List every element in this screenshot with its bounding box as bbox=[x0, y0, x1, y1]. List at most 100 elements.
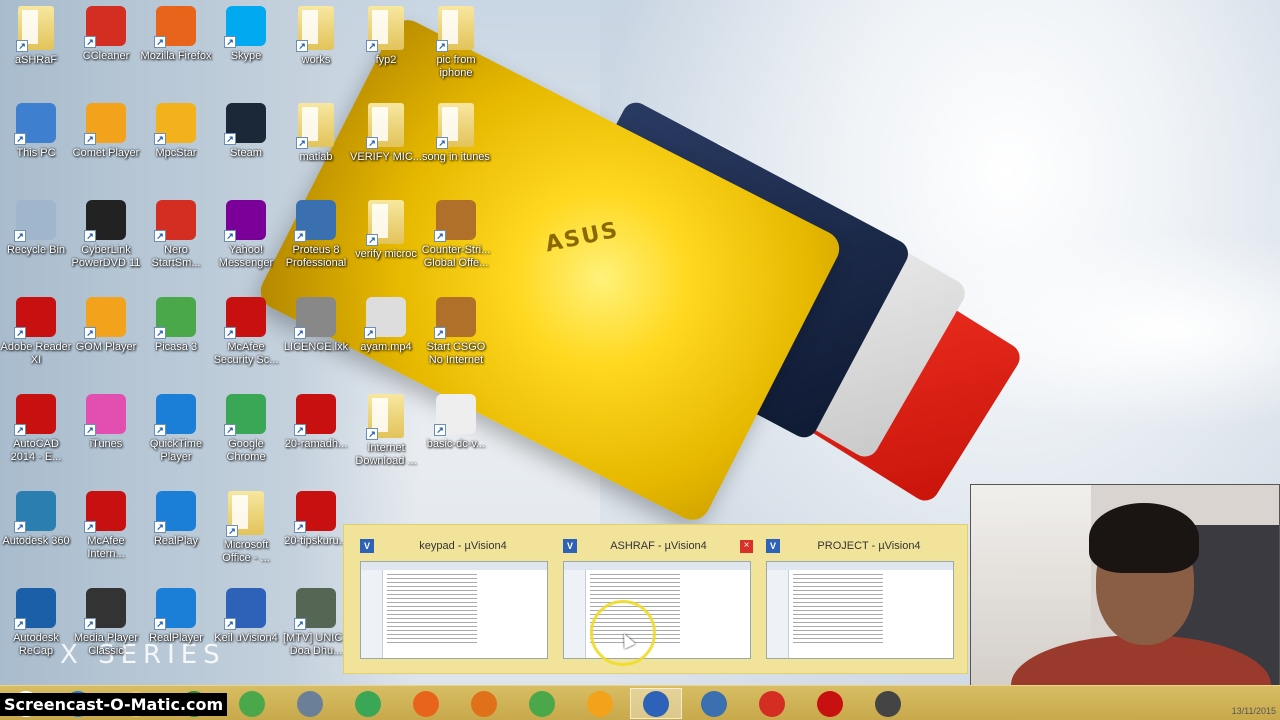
desktop-icon[interactable]: ↗ Mozilla Firefox bbox=[140, 6, 212, 63]
desktop-icon[interactable]: ↗ Microsoft Office - ... bbox=[210, 491, 282, 565]
desktop-icon[interactable]: ↗ Picasa 3 bbox=[140, 297, 212, 354]
desktop-icon[interactable]: ↗ Keil uVision4 bbox=[210, 588, 282, 645]
user-folder-icon: ↗ bbox=[16, 6, 54, 52]
shortcut-arrow-icon: ↗ bbox=[14, 424, 26, 436]
desktop-icon[interactable]: ↗ Google Chrome bbox=[210, 394, 282, 464]
taskbar-button[interactable] bbox=[862, 688, 914, 719]
taskbar-button[interactable] bbox=[342, 688, 394, 719]
close-icon[interactable]: × bbox=[740, 539, 753, 553]
picasa-icon: ↗ bbox=[154, 297, 196, 339]
desktop-icon[interactable]: ↗ Recycle Bin bbox=[0, 200, 72, 257]
desktop-icon[interactable]: ↗ RealPlay bbox=[140, 491, 212, 548]
desktop-icon[interactable]: ↗ matlab bbox=[280, 103, 352, 164]
taskbar-button[interactable] bbox=[688, 688, 740, 719]
desktop-icon[interactable]: ↗ AutoCAD 2014 - E... bbox=[0, 394, 72, 464]
taskbar-button[interactable] bbox=[746, 688, 798, 719]
keil-icon: ↗ bbox=[224, 588, 266, 630]
desktop-icon[interactable]: ↗ aSHRaF bbox=[0, 6, 72, 67]
desktop-icon[interactable]: ↗ pic from iphone bbox=[420, 6, 492, 80]
desktop-icon[interactable]: ↗ CyberLink PowerDVD 11 bbox=[70, 200, 142, 270]
desktop-icon[interactable]: ↗ GOM Player bbox=[70, 297, 142, 354]
desktop-icon-label: Mozilla Firefox bbox=[140, 50, 212, 62]
shortcut-arrow-icon: ↗ bbox=[434, 327, 446, 339]
desktop-icon[interactable]: ↗ 20-ramadh... bbox=[280, 394, 352, 451]
desktop-icon-label: Media Player Classic bbox=[73, 632, 139, 657]
desktop-icon[interactable]: ↗ MpcStar bbox=[140, 103, 212, 160]
desktop-icon[interactable]: ↗ Internet Download ... bbox=[350, 394, 422, 468]
taskbar-button[interactable] bbox=[574, 688, 626, 719]
desktop-icon[interactable]: ↗ VERIFY MIC... bbox=[350, 103, 422, 164]
shortcut-arrow-icon: ↗ bbox=[154, 327, 166, 339]
recap-icon: ↗ bbox=[14, 588, 56, 630]
desktop-icon[interactable]: ↗ basic-dc-v... bbox=[420, 394, 492, 451]
taskbar-thumbnail-popup: V keypad - µVision4 V ASHRAF - µVision4 … bbox=[343, 524, 968, 674]
desktop-icon[interactable]: ↗ Media Player Classic bbox=[70, 588, 142, 658]
desktop-icon-label: Adobe Reader XI bbox=[0, 341, 72, 366]
taskbar-button[interactable] bbox=[804, 688, 856, 719]
thumbnail-keypad[interactable]: V keypad - µVision4 bbox=[356, 535, 552, 665]
desktop-icon[interactable]: ↗ ayam.mp4 bbox=[350, 297, 422, 354]
shortcut-arrow-icon: ↗ bbox=[366, 40, 378, 52]
shortcut-arrow-icon: ↗ bbox=[84, 424, 96, 436]
desktop-icon-label: Skype bbox=[230, 50, 262, 62]
desktop-icon-label: Autodesk 360 bbox=[2, 535, 70, 547]
desktop-icon[interactable]: ↗ works bbox=[280, 6, 352, 67]
desktop-icon-label: Counter-Stri... Global Offe... bbox=[421, 244, 491, 269]
desktop-icon[interactable]: ↗ McAfee Intern... bbox=[70, 491, 142, 561]
desktop-icon[interactable]: ↗ Start CSGO No Internet bbox=[420, 297, 492, 367]
desktop-icon[interactable]: ↗ Comet Player bbox=[70, 103, 142, 160]
shortcut-arrow-icon: ↗ bbox=[154, 230, 166, 242]
desktop-icon-label: iTunes bbox=[89, 438, 123, 450]
desktop-icon[interactable]: ↗ Steam bbox=[210, 103, 282, 160]
desktop-icon[interactable]: ↗ Counter-Stri... Global Offe... bbox=[420, 200, 492, 270]
desktop-icon[interactable]: ↗ song in itunes bbox=[420, 103, 492, 164]
desktop-icon[interactable]: ↗ RealPlayer bbox=[140, 588, 212, 645]
desktop-icon[interactable]: ↗ 20-tipskuru... bbox=[280, 491, 352, 548]
desktop-icon[interactable]: ↗ This PC bbox=[0, 103, 72, 160]
csgo-icon: ↗ bbox=[434, 297, 476, 339]
shortcut-arrow-icon: ↗ bbox=[84, 327, 96, 339]
desktop-icon[interactable]: ↗ Nero StartSm... bbox=[140, 200, 212, 270]
desktop-icon[interactable]: ↗ [MTV] UNIC - Doa Dhu... bbox=[280, 588, 352, 658]
desktop-icon[interactable]: ↗ iTunes bbox=[70, 394, 142, 451]
shortcut-arrow-icon: ↗ bbox=[14, 327, 26, 339]
desktop-icon[interactable]: ↗ CCleaner bbox=[70, 6, 142, 63]
desktop-icon[interactable]: ↗ LICENCE.lxk bbox=[280, 297, 352, 354]
realplayer-icon: ↗ bbox=[154, 588, 196, 630]
shortcut-arrow-icon: ↗ bbox=[224, 230, 236, 242]
screen-capture-icon bbox=[875, 690, 901, 717]
taskbar-button[interactable] bbox=[284, 688, 336, 719]
taskbar-button[interactable] bbox=[226, 688, 278, 719]
desktop-icon[interactable]: ↗ Autodesk 360 bbox=[0, 491, 72, 548]
desktop-icon[interactable]: ↗ QuickTime Player bbox=[140, 394, 212, 464]
desktop-icon[interactable]: ↗ Skype bbox=[210, 6, 282, 63]
desktop-icon[interactable]: ↗ McAfee Security Sc... bbox=[210, 297, 282, 367]
desktop-icon-label: Yahoo! Messenger bbox=[218, 244, 274, 269]
uvision-icon: V bbox=[563, 539, 577, 553]
desktop-icon[interactable]: ↗ Adobe Reader XI bbox=[0, 297, 72, 367]
shortcut-arrow-icon: ↗ bbox=[84, 133, 96, 145]
desktop-icon[interactable]: ↗ Proteus 8 Professional bbox=[280, 200, 352, 270]
desktop-icon[interactable]: ↗ Yahoo! Messenger bbox=[210, 200, 282, 270]
utorrent-icon bbox=[529, 690, 555, 717]
desktop-icon-label: Proteus 8 Professional bbox=[285, 244, 347, 269]
taskbar-button[interactable] bbox=[516, 688, 568, 719]
desktop-icon[interactable]: ↗ Autodesk ReCap bbox=[0, 588, 72, 658]
adobe-reader-icon: ↗ bbox=[14, 297, 56, 339]
taskbar-clock[interactable]: 13/11/2015 bbox=[1232, 706, 1276, 716]
desktop-icon[interactable]: ↗ fyp2 bbox=[350, 6, 422, 67]
lock-file-icon: ↗ bbox=[294, 297, 336, 339]
thumbnail-ashraf[interactable]: V ASHRAF - µVision4 × bbox=[559, 535, 755, 665]
thumbnail-project[interactable]: V PROJECT - µVision4 bbox=[762, 535, 958, 665]
yahoo-messenger-icon: ↗ bbox=[224, 200, 266, 242]
mcafee-icon bbox=[817, 690, 843, 717]
document-icon: ↗ bbox=[434, 394, 476, 436]
desktop-icon-label: QuickTime Player bbox=[149, 438, 203, 463]
taskbar-button[interactable] bbox=[400, 688, 452, 719]
thumbnail-title: keypad - µVision4 bbox=[419, 540, 507, 552]
desktop-icon[interactable]: ↗ verify microc bbox=[350, 200, 422, 261]
taskbar-button[interactable] bbox=[458, 688, 510, 719]
taskbar-button[interactable] bbox=[630, 688, 682, 719]
proteus-icon bbox=[701, 690, 727, 717]
shortcut-arrow-icon: ↗ bbox=[224, 36, 236, 48]
